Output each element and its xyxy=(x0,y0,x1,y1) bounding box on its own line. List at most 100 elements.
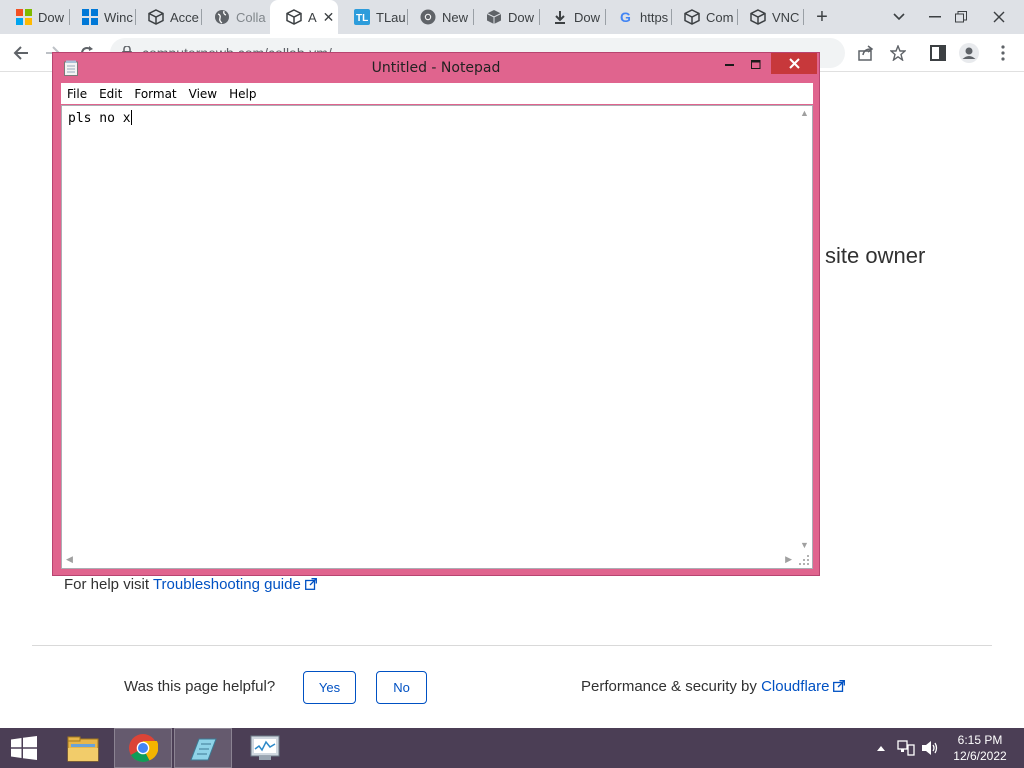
share-icon[interactable] xyxy=(853,40,879,66)
windows-logo-icon xyxy=(16,9,32,25)
maximize-icon[interactable] xyxy=(743,55,769,75)
tab-active[interactable]: A ✕ xyxy=(270,0,338,34)
taskbar-chrome[interactable] xyxy=(114,728,172,768)
footer-divider xyxy=(32,645,992,646)
external-link-icon xyxy=(304,578,317,590)
clock-date: 12/6/2022 xyxy=(953,749,1007,763)
menu-format[interactable]: Format xyxy=(128,87,182,101)
perf-prefix: Performance & security by xyxy=(581,678,762,695)
tab-4[interactable]: Colla xyxy=(198,0,270,34)
tab-title: Dow xyxy=(508,9,535,25)
start-button[interactable] xyxy=(0,728,48,768)
task-manager-icon xyxy=(249,734,281,762)
tab-title: TLau xyxy=(376,9,406,25)
notepad-title: Untitled - Notepad xyxy=(371,60,501,76)
network-icon[interactable] xyxy=(896,728,916,768)
tab-title: Dow xyxy=(38,9,65,25)
cube-icon xyxy=(286,9,302,25)
feedback-yes-button[interactable]: Yes xyxy=(303,671,356,704)
text-caret xyxy=(130,110,132,125)
tab-title: Acce xyxy=(170,9,199,25)
menu-kebab-icon[interactable] xyxy=(990,40,1016,66)
feedback-question: Was this page helpful? xyxy=(124,678,276,695)
close-browser-icon[interactable] xyxy=(984,0,1014,34)
performance-line: Performance & security by Cloudflare xyxy=(581,678,846,695)
tab-6[interactable]: TL TLau xyxy=(338,0,408,34)
google-icon: G xyxy=(618,9,634,25)
tab-2[interactable]: Winc xyxy=(66,0,136,34)
tab-1[interactable]: Dow xyxy=(0,0,70,34)
tl-icon: TL xyxy=(354,9,370,25)
tab-12[interactable]: VNC xyxy=(734,0,804,34)
taskbar: 6:15 PM 12/6/2022 xyxy=(0,728,1024,768)
windows-blue-icon xyxy=(82,9,98,25)
tab-title: A xyxy=(308,9,317,25)
tab-title: Dow xyxy=(574,9,601,25)
side-panel-icon[interactable] xyxy=(925,40,951,66)
tab-title: New xyxy=(442,9,469,25)
file-explorer-icon xyxy=(67,734,99,762)
tab-title: VNC xyxy=(772,9,800,25)
volume-icon[interactable] xyxy=(920,728,940,768)
scroll-up-icon[interactable]: ▲ xyxy=(800,108,809,118)
system-clock[interactable]: 6:15 PM 12/6/2022 xyxy=(940,732,1020,764)
external-link-icon xyxy=(833,680,846,692)
notepad-menu-bar: File Edit Format View Help xyxy=(61,83,813,104)
help-prefix: For help visit xyxy=(64,576,153,593)
restore-browser-icon[interactable] xyxy=(946,0,976,34)
troubleshooting-guide-link[interactable]: Troubleshooting guide xyxy=(153,576,301,593)
taskbar-notepad[interactable] xyxy=(174,728,232,768)
notepad-window: Untitled - Notepad File Edit Format View… xyxy=(52,52,820,576)
help-line: For help visit Troubleshooting guide xyxy=(64,576,317,593)
taskbar-file-explorer[interactable] xyxy=(54,728,112,768)
tab-title: Colla xyxy=(236,9,266,25)
download-icon xyxy=(552,9,568,25)
bookmark-star-icon[interactable] xyxy=(885,40,911,66)
notepad-content: pls no x xyxy=(68,111,131,126)
taskbar-task-manager[interactable] xyxy=(236,728,294,768)
chrome-icon xyxy=(128,733,158,763)
windows-start-icon xyxy=(11,736,37,760)
tab-8[interactable]: Dow xyxy=(470,0,540,34)
chrome-icon xyxy=(420,9,436,25)
cloudflare-link[interactable]: Cloudflare xyxy=(761,678,829,695)
new-tab-button[interactable]: + xyxy=(810,5,834,29)
scroll-right-icon[interactable]: ▶ xyxy=(785,554,792,565)
close-tab-icon[interactable]: ✕ xyxy=(323,9,335,26)
menu-edit[interactable]: Edit xyxy=(93,87,128,101)
tab-9[interactable]: Dow xyxy=(536,0,606,34)
horizontal-scrollbar[interactable]: ◀ ▶ xyxy=(62,551,796,568)
tab-title: https xyxy=(640,9,669,25)
tab-title: Winc xyxy=(104,9,133,25)
menu-view[interactable]: View xyxy=(183,87,223,101)
resize-grip-icon[interactable] xyxy=(797,553,811,567)
show-hidden-icons-icon[interactable] xyxy=(874,728,888,768)
scroll-left-icon[interactable]: ◀ xyxy=(66,554,73,565)
minimize-icon[interactable] xyxy=(717,55,743,75)
tab-search-icon[interactable] xyxy=(884,0,914,34)
tab-title: Com xyxy=(706,9,734,25)
clock-time: 6:15 PM xyxy=(957,733,1003,747)
cube-icon xyxy=(750,9,766,25)
menu-help[interactable]: Help xyxy=(223,87,262,101)
tab-11[interactable]: Com xyxy=(668,0,738,34)
globe-icon xyxy=(214,9,230,25)
scroll-down-icon[interactable]: ▼ xyxy=(800,540,809,550)
browser-tab-strip: Dow Winc Acce Colla A ✕ TL TLau New Dow … xyxy=(0,0,1024,34)
tab-3[interactable]: Acce xyxy=(132,0,202,34)
back-arrow-icon[interactable] xyxy=(8,40,34,66)
site-owner-text: site owner xyxy=(825,243,926,268)
profile-avatar-icon[interactable] xyxy=(956,40,982,66)
box-icon xyxy=(486,9,502,25)
notepad-text-area[interactable]: pls no x ▲ ▼ ◀ ▶ xyxy=(61,105,813,569)
tab-7[interactable]: New xyxy=(404,0,474,34)
close-notepad-button[interactable] xyxy=(771,53,817,74)
menu-file[interactable]: File xyxy=(61,87,93,101)
svg-text:TL: TL xyxy=(356,13,368,24)
cube-icon xyxy=(148,9,164,25)
svg-text:G: G xyxy=(620,9,631,25)
feedback-no-button[interactable]: No xyxy=(376,671,427,704)
tab-10[interactable]: G https xyxy=(602,0,672,34)
notepad-icon xyxy=(188,733,218,763)
vertical-scrollbar[interactable]: ▲ ▼ xyxy=(796,106,812,552)
